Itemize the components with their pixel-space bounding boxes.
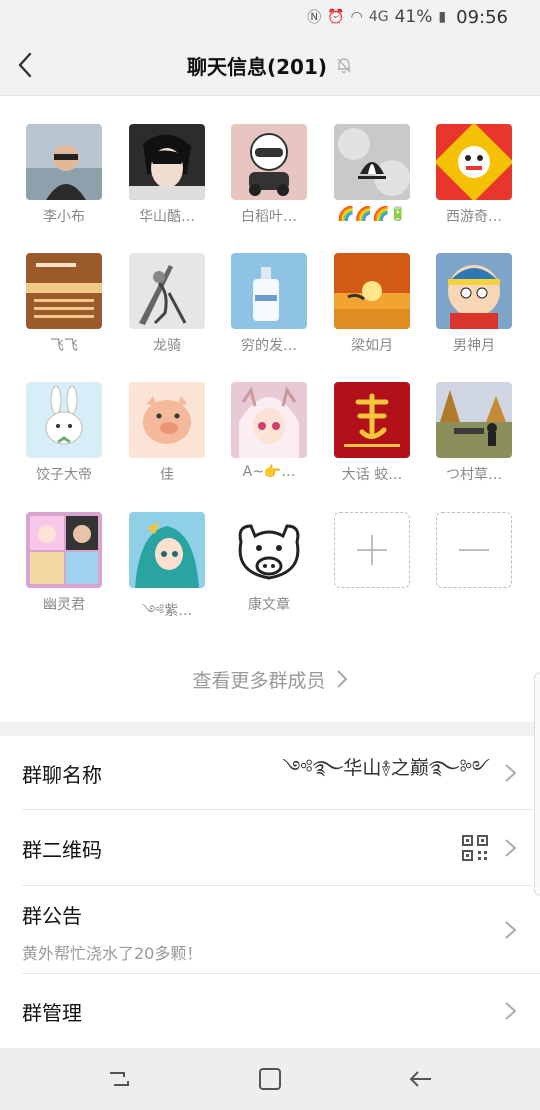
page-title: 聊天信息(201) xyxy=(186,54,328,79)
cartoon-biker-avatar xyxy=(231,124,307,200)
member-item[interactable]: 华山酷… xyxy=(117,124,217,226)
chevron-right-icon xyxy=(505,839,517,857)
member-item[interactable]: 穷的发… xyxy=(219,253,319,355)
member-name: A~👉… xyxy=(242,464,296,480)
chevron-right-icon xyxy=(505,764,517,782)
wifi-icon: ◠ xyxy=(350,9,363,25)
perfume-bottle-avatar xyxy=(231,253,307,329)
member-item[interactable]: 飞飞 xyxy=(14,253,114,355)
back-arrow-icon xyxy=(409,1071,431,1087)
system-back-button[interactable] xyxy=(406,1064,436,1094)
group-name-value: ༺࿐华山࿈之巅࿐༻ xyxy=(282,757,490,779)
member-name: つ村草… xyxy=(446,467,502,483)
qr-code-icon xyxy=(462,835,488,861)
edge-panel-handle[interactable] xyxy=(534,672,540,896)
recent-apps-button[interactable] xyxy=(104,1064,134,1094)
recent-apps-icon xyxy=(110,1072,129,1086)
park-photo-avatar xyxy=(436,382,512,458)
group-qr-row[interactable]: 群二维码 xyxy=(0,810,540,886)
member-name: 穷的发… xyxy=(241,338,297,354)
member-name: 幽灵君 xyxy=(43,597,85,613)
member-item[interactable]: 饺子大帝 xyxy=(14,382,114,484)
chevron-right-icon xyxy=(336,670,347,688)
view-more-members-label: 查看更多群成员 xyxy=(192,669,326,692)
home-button[interactable] xyxy=(255,1064,285,1094)
member-name: 康文章 xyxy=(248,597,290,613)
group-qr-label: 群二维码 xyxy=(22,837,102,862)
member-name: 白稻叶… xyxy=(241,209,297,225)
member-name: 西游奇… xyxy=(446,209,502,225)
plus-icon xyxy=(357,535,387,565)
white-rabbit-avatar xyxy=(26,382,102,458)
member-name: 大话 蛟… xyxy=(341,467,403,483)
text-poster-avatar xyxy=(26,253,102,329)
member-item[interactable]: 龙骑 xyxy=(117,253,217,355)
member-name: 🌈🌈🌈🔋 xyxy=(337,206,407,222)
collage-photo-avatar xyxy=(26,512,102,588)
view-more-members-link[interactable]: 查看更多群成员 xyxy=(0,664,540,694)
member-name: 龙骑 xyxy=(153,338,181,354)
minus-icon xyxy=(459,549,489,551)
adidas-logo-avatar xyxy=(334,124,410,200)
group-name-label: 群聊名称 xyxy=(22,762,102,787)
member-name: 佳 xyxy=(160,467,174,483)
member-name: 李小布 xyxy=(43,209,85,225)
remove-member-button[interactable] xyxy=(424,512,524,588)
person-photo-avatar xyxy=(26,124,102,200)
group-notice-row[interactable]: 群公告 黄外帮忙浇水了20多颗！ xyxy=(0,886,540,974)
group-notice-text: 黄外帮忙浇水了20多颗！ xyxy=(22,944,203,963)
member-item[interactable]: ༺紫… xyxy=(117,512,217,634)
member-item[interactable]: 康文章 xyxy=(219,512,319,614)
home-icon xyxy=(259,1068,281,1090)
cartoon-kid-avatar xyxy=(436,253,512,329)
alarm-icon: ⏰ xyxy=(327,9,345,25)
anime-girl-avatar xyxy=(231,382,307,458)
member-name: 饺子大帝 xyxy=(36,467,92,483)
red-calligraphy-avatar xyxy=(334,382,410,458)
mute-bell-icon xyxy=(337,58,351,74)
member-name: 飞飞 xyxy=(50,338,78,354)
member-name: 华山酷… xyxy=(139,209,195,225)
chevron-right-icon xyxy=(505,1002,517,1020)
member-item[interactable]: A~👉… xyxy=(219,382,319,480)
member-item[interactable]: つ村草… xyxy=(424,382,524,484)
member-grid: 李小布 华山酷… 白稻叶… 🌈🌈🌈🔋 西游奇… 飞飞 龙骑 穷的发… 梁如月 男神月饺子大帝 佳 A~… xyxy=(0,96,540,722)
member-name: 梁如月 xyxy=(351,338,393,354)
nfc-icon: Ⓝ xyxy=(307,10,322,26)
group-name-row[interactable]: 群聊名称 ༺࿐华山࿈之巅࿐༻ xyxy=(0,736,540,810)
member-item[interactable]: 李小布 xyxy=(14,124,114,226)
anime-boy-avatar xyxy=(129,124,205,200)
member-item[interactable]: 梁如月 xyxy=(322,253,422,355)
clock: 09:56 xyxy=(456,6,508,28)
group-notice-label: 群公告 xyxy=(22,904,82,928)
pink-pig-avatar xyxy=(129,382,205,458)
sketch-warrior-avatar xyxy=(129,253,205,329)
signal-icon: 4G xyxy=(368,9,389,25)
member-item[interactable]: 幽灵君 xyxy=(14,512,114,614)
settings-list: 群聊名称 ༺࿐华山࿈之巅࿐༻ 群二维码 群公告 黄外帮忙浇水了20多颗！ 群管理 xyxy=(0,736,540,1048)
chevron-right-icon xyxy=(505,921,517,939)
member-item[interactable]: 男神月 xyxy=(424,253,524,355)
member-name: 男神月 xyxy=(453,338,495,354)
member-item[interactable]: 白稻叶… xyxy=(219,124,319,226)
fairy-girl-avatar xyxy=(129,512,205,588)
battery-percent: 41% xyxy=(394,7,433,27)
group-manage-row[interactable]: 群管理 xyxy=(0,974,540,1048)
header-bar: 聊天信息(201) xyxy=(0,34,540,96)
member-item[interactable]: 🌈🌈🌈🔋 xyxy=(322,124,422,222)
system-nav-bar xyxy=(0,1048,540,1110)
lion-dance-avatar xyxy=(436,124,512,200)
status-bar: Ⓝ ⏰ ◠ 4G 41% ▮ 09:56 xyxy=(0,0,540,34)
add-member-button[interactable] xyxy=(322,512,422,588)
member-item[interactable]: 西游奇… xyxy=(424,124,524,226)
member-name: ༺紫… xyxy=(141,603,193,619)
group-manage-label: 群管理 xyxy=(22,1000,82,1025)
member-item[interactable]: 大话 蛟… xyxy=(322,382,422,484)
pig-outline-avatar xyxy=(231,512,307,588)
member-item[interactable]: 佳 xyxy=(117,382,217,484)
battery-icon: ▮ xyxy=(438,9,447,25)
sunset-sea-avatar xyxy=(334,253,410,329)
